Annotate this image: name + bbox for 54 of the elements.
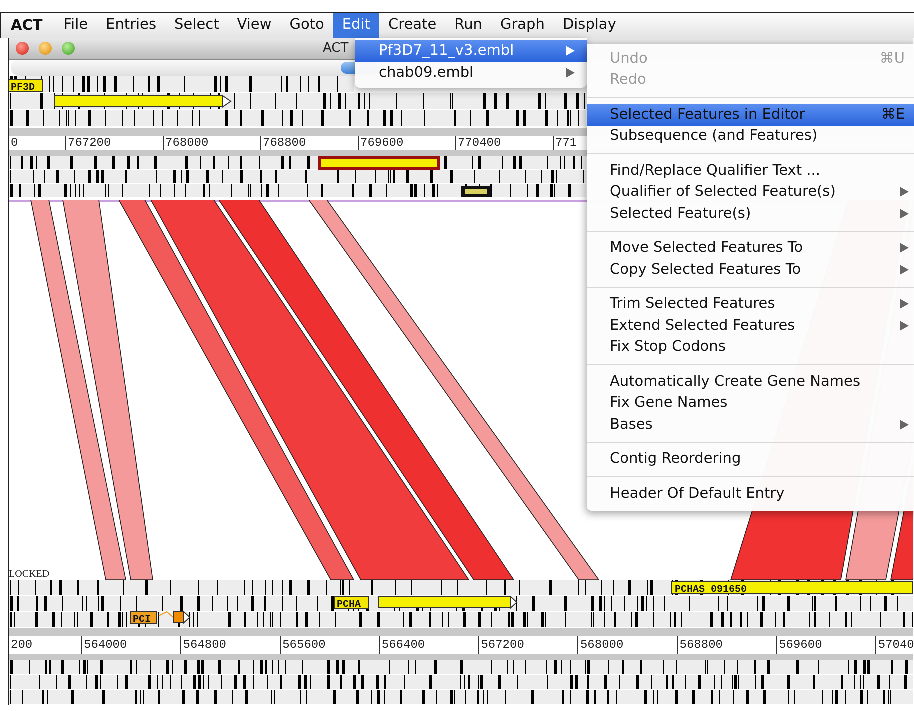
menu-item[interactable]: Select [166, 13, 228, 38]
menu-item[interactable]: File [54, 13, 98, 38]
submenu-arrow-icon [900, 420, 909, 430]
submenu-arrow-icon [900, 264, 909, 275]
menu-item[interactable]: Display [554, 13, 626, 38]
locked-label: LOCKED [9, 569, 50, 580]
menu-item[interactable]: Qualifier of Selected Feature(s) [587, 182, 914, 203]
selected-feature[interactable] [318, 156, 440, 170]
ruler-label: 0 [10, 136, 20, 150]
menu-item[interactable]: Bases [587, 414, 914, 436]
feature-label[interactable]: PCI [130, 612, 158, 626]
feature-label[interactable]: PCHA [334, 596, 370, 611]
submenu-arrow-icon [900, 243, 909, 254]
app-menu[interactable]: ACT [5, 18, 55, 34]
feature-tag[interactable] [461, 186, 491, 197]
menu-item[interactable]: Fix Stop Codons [587, 336, 914, 358]
menu-item[interactable]: Goto [280, 13, 334, 38]
window-title: ACT [323, 41, 349, 56]
menu-item[interactable]: Extend Selected Features [587, 315, 914, 336]
feature-arrow[interactable] [378, 596, 518, 610]
menu-item[interactable]: Edit [333, 13, 380, 38]
menu-item[interactable]: Selected Feature(s) [587, 203, 914, 224]
submenu-arrow-icon [566, 46, 575, 56]
menu-item[interactable]: Header Of Default Entry [587, 483, 914, 504]
submenu-arrow-icon [900, 299, 909, 310]
menu-item[interactable]: View [228, 13, 281, 38]
menu-item[interactable]: Pf3D7_11_v3.embl [355, 40, 587, 62]
match-band[interactable] [218, 200, 515, 580]
feature-label[interactable]: PF3D [9, 80, 44, 94]
match-band[interactable] [118, 200, 355, 580]
submenu-arrow-icon [900, 320, 909, 331]
match-band[interactable] [62, 200, 154, 580]
menu-item[interactable]: Trim Selected Features [587, 294, 914, 315]
feature-bar[interactable]: PCHAS 091650 [672, 582, 913, 596]
menu-item[interactable]: Find/Replace Qualifier Text ... [587, 160, 914, 182]
match-band[interactable] [150, 200, 470, 580]
menu-item[interactable]: Automatically Create Gene Names [587, 371, 914, 392]
menu-item[interactable]: Contig Reordering [587, 448, 914, 470]
menu-item[interactable]: Entries [97, 13, 166, 38]
feature-arrow[interactable] [158, 610, 191, 624]
menu-item[interactable]: Graph [491, 13, 554, 38]
submenu-arrow-icon [566, 68, 575, 78]
submenu-arrow-icon [900, 187, 909, 198]
close-button[interactable] [16, 42, 29, 55]
submenu-arrow-icon [900, 208, 909, 219]
feature-arrow[interactable] [54, 95, 232, 108]
menu-item[interactable]: chab09.embl [355, 62, 587, 84]
menu-item[interactable]: Selected Features in Editor ⌘E [587, 104, 914, 126]
menu-item[interactable]: Copy Selected Features To [587, 259, 914, 280]
menu-item[interactable]: Run [446, 13, 492, 38]
menu-item[interactable]: Fix Gene Names [587, 392, 914, 414]
menu-item[interactable]: Create [379, 13, 446, 38]
ruler-label: 200 [10, 637, 34, 654]
menu-item[interactable]: Move Selected Features To [587, 238, 914, 259]
